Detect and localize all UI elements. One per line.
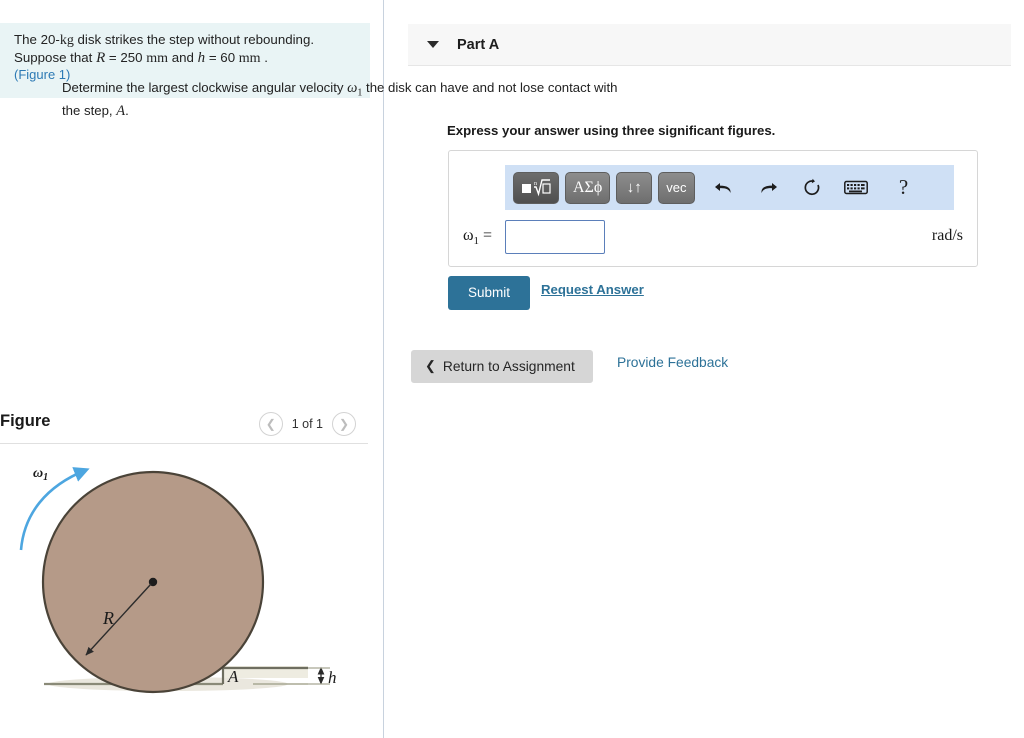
figure-pager: ❮ 1 of 1 ❯ [258, 412, 356, 436]
sub-superscript-button[interactable]: ↓↑ [616, 171, 653, 204]
greek-symbols-button[interactable]: ΑΣϕ [565, 171, 611, 204]
question-text-a: Determine the largest clockwise angular … [62, 80, 348, 95]
answer-equals: = [483, 227, 493, 244]
answer-variable-subscript: 1 [473, 235, 480, 248]
figure-next-button[interactable]: ❯ [332, 412, 356, 436]
chevron-left-icon: ❮ [425, 358, 436, 373]
problem-value-R: = 250 [105, 49, 147, 65]
submit-button[interactable]: Submit [448, 276, 531, 310]
significant-figures-note: Express your answer using three signific… [447, 123, 776, 138]
undo-icon[interactable] [709, 173, 739, 203]
answer-input[interactable] [505, 220, 605, 254]
question-omega: ω [347, 80, 358, 96]
problem-line-2: Suppose that R = 250 mm and h = 60 mm . [14, 50, 356, 68]
problem-text-c: Suppose that [14, 49, 97, 65]
request-answer-link[interactable]: Request Answer [541, 282, 644, 297]
help-icon[interactable]: ? [889, 173, 919, 203]
chevron-left-icon: ❮ [265, 417, 276, 431]
answer-variable: ω [463, 227, 474, 244]
question-text-c: . [125, 103, 129, 119]
answer-units: rad/s [931, 227, 963, 244]
unit-kg: kg [59, 33, 74, 48]
problem-line-1: The 20-kg disk strikes the step without … [14, 32, 356, 50]
vector-button[interactable]: vec [658, 171, 695, 204]
template-sqrt-button[interactable]: n [513, 171, 559, 204]
omega-label: ω1 [33, 466, 48, 483]
problem-text-period: . [260, 49, 268, 65]
part-title: Part A [457, 36, 500, 53]
unit-mm-2: mm [238, 50, 261, 66]
question-point-a: A [116, 103, 126, 120]
return-to-assignment-button[interactable]: ❮ Return to Assignment [411, 350, 593, 383]
figure-pager-label: 1 of 1 [291, 417, 323, 431]
figure-diagram: R ω1 A h [8, 452, 383, 714]
figure-prev-button[interactable]: ❮ [258, 412, 283, 436]
answer-panel: n ΑΣϕ ↓↑ vec ? ω1 = rad/s [448, 150, 978, 267]
figure-title: Figure [0, 412, 51, 430]
math-toolbar: n ΑΣϕ ↓↑ vec ? [505, 165, 954, 210]
answer-variable-label: ω1 = [463, 227, 492, 247]
disk-step-diagram: R ω1 A h [19, 466, 337, 694]
problem-text-and: and [168, 49, 198, 65]
provide-feedback-link[interactable]: Provide Feedback [617, 355, 728, 370]
chevron-right-icon: ❯ [338, 417, 350, 431]
figure-divider [0, 443, 368, 444]
height-label: h [328, 668, 337, 687]
unit-mm-1: mm [146, 50, 169, 66]
reset-icon[interactable] [797, 173, 827, 203]
svg-text:n: n [534, 181, 537, 187]
radius-label: R [102, 608, 114, 628]
step-point-label: A [227, 667, 239, 686]
problem-text-a: The 20- [14, 32, 60, 47]
redo-icon[interactable] [753, 173, 783, 203]
problem-value-h: = 60 [205, 49, 239, 65]
question-text: Determine the largest clockwise angular … [62, 79, 622, 121]
figure-header: Figure ❮ 1 of 1 ❯ [0, 408, 368, 448]
problem-text-b: disk strikes the step without rebounding… [73, 32, 315, 47]
sqrt-template-icon: n [522, 178, 551, 196]
return-to-assignment-label: Return to Assignment [442, 358, 575, 374]
variable-R: R [96, 49, 106, 66]
page-root: The 20-kg disk strikes the step without … [0, 0, 1024, 738]
part-a-header[interactable]: Part A [408, 24, 1011, 66]
caret-down-icon[interactable] [427, 41, 439, 48]
keyboard-icon[interactable] [841, 173, 871, 203]
